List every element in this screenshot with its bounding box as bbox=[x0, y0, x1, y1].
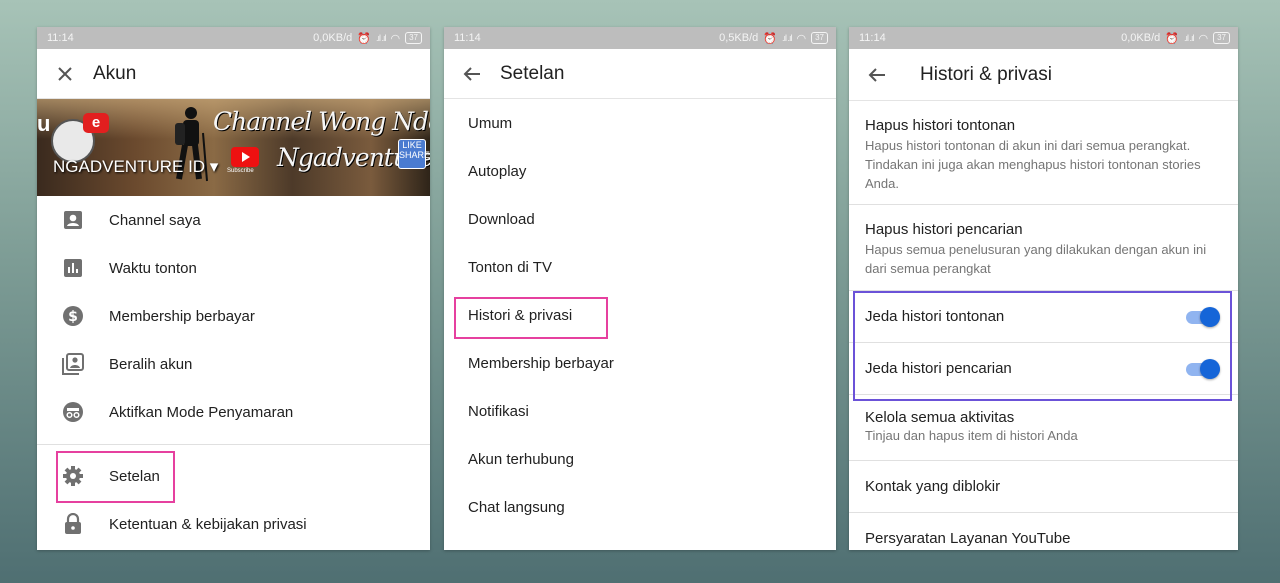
app-bar: Histori & privasi bbox=[849, 49, 1238, 101]
clear-search-history-subtitle: Hapus semua penelusuran yang dilakukan d… bbox=[865, 242, 1207, 276]
svg-text:$: $ bbox=[68, 309, 78, 325]
network-speed: 0,0KB/d bbox=[313, 32, 353, 44]
network-speed: 0,5KB/d bbox=[719, 32, 759, 44]
toggle-knob bbox=[1200, 358, 1220, 379]
account-name-label: NGADVENTURE ID bbox=[53, 157, 206, 176]
account-name: NGADVENTURE ID ▾ bbox=[53, 157, 219, 176]
settings-item-download[interactable]: Download bbox=[444, 195, 836, 243]
settings-list: Umum Autoplay Download Tonton di TV Hist… bbox=[444, 99, 836, 531]
wifi-icon: ◠ bbox=[1198, 32, 1209, 45]
signal-icon: .ıl .ıl bbox=[1183, 33, 1194, 43]
status-time: 11:14 bbox=[47, 32, 74, 44]
youtube-logo: e bbox=[83, 113, 109, 133]
settings-item-notifications[interactable]: Notifikasi bbox=[444, 387, 836, 435]
blocked-contacts[interactable]: Kontak yang diblokir bbox=[849, 461, 1238, 513]
app-bar: Akun bbox=[37, 49, 430, 99]
menu-label: Channel saya bbox=[109, 211, 201, 229]
gear-icon bbox=[37, 465, 109, 487]
page-title: Setelan bbox=[500, 62, 565, 84]
settings-item-general[interactable]: Umum bbox=[444, 99, 836, 147]
status-bar: 11:14 0,0KB/d ⏰ .ıl .ıl ◠ 37 bbox=[37, 27, 430, 49]
battery-indicator: 37 bbox=[811, 32, 828, 44]
network-speed: 0,0KB/d bbox=[1121, 32, 1161, 44]
menu-label: Membership berbayar bbox=[109, 307, 255, 325]
clear-search-history-title: Hapus histori pencarian bbox=[865, 221, 1023, 238]
wifi-icon: ◠ bbox=[390, 32, 401, 45]
wifi-icon: ◠ bbox=[796, 32, 807, 45]
alarm-icon: ⏰ bbox=[357, 32, 371, 45]
signal-icon: .ıl .ıl bbox=[375, 33, 386, 43]
channel-banner[interactable]: u e Channel Wong Ndeso Senen Ngadventure… bbox=[37, 99, 430, 196]
like-share-badge: LIKE SHARE bbox=[398, 139, 430, 169]
battery-indicator: 37 bbox=[405, 32, 422, 44]
bar-chart-icon bbox=[37, 258, 109, 278]
pause-search-history-toggle[interactable] bbox=[1186, 358, 1220, 379]
account-screen: 11:14 0,0KB/d ⏰ .ıl .ıl ◠ 37 Akun u e Ch… bbox=[37, 27, 430, 550]
battery-indicator: 37 bbox=[1213, 32, 1230, 44]
menu-item-terms[interactable]: Ketentuan & kebijakan privasi bbox=[37, 500, 430, 548]
status-bar: 11:14 0,5KB/d ⏰ .ıl .ıl ◠ 37 bbox=[444, 27, 836, 49]
settings-item-autoplay[interactable]: Autoplay bbox=[444, 147, 836, 195]
alarm-icon: ⏰ bbox=[1165, 32, 1179, 45]
clear-watch-history-title: Hapus histori tontonan bbox=[865, 117, 1016, 134]
status-bar: 11:14 0,0KB/d ⏰ .ıl .ıl ◠ 37 bbox=[849, 27, 1238, 49]
back-arrow-icon[interactable] bbox=[849, 67, 905, 83]
back-arrow-icon[interactable] bbox=[444, 66, 500, 82]
clear-watch-history-subtitle: Hapus histori tontonan di akun ini dari … bbox=[865, 138, 1201, 191]
menu-label: Ketentuan & kebijakan privasi bbox=[109, 515, 307, 533]
clear-search-history[interactable]: Hapus histori pencarian Hapus semua pene… bbox=[849, 205, 1238, 291]
page-title: Histori & privasi bbox=[920, 63, 1052, 85]
menu-item-membership[interactable]: $ Membership berbayar bbox=[37, 292, 430, 340]
youtube-terms-of-service[interactable]: Persyaratan Layanan YouTube bbox=[849, 513, 1238, 550]
alarm-icon: ⏰ bbox=[763, 32, 777, 45]
signal-icon: .ıl .ıl bbox=[781, 33, 792, 43]
play-button-icon bbox=[231, 147, 259, 167]
settings-item-watch-on-tv[interactable]: Tonton di TV bbox=[444, 243, 836, 291]
settings-item-live-chat[interactable]: Chat langsung bbox=[444, 483, 836, 531]
menu-label: Beralih akun bbox=[109, 355, 193, 373]
dollar-circle-icon: $ bbox=[37, 305, 109, 327]
menu-divider bbox=[37, 444, 430, 445]
settings-item-connected-accounts[interactable]: Akun terhubung bbox=[444, 435, 836, 483]
account-box-icon bbox=[37, 210, 109, 230]
blocked-contacts-title: Kontak yang diblokir bbox=[865, 478, 1001, 495]
menu-label: Aktifkan Mode Penyamaran bbox=[109, 403, 294, 421]
banner-channel-text: Channel Wong Ndeso Senen bbox=[213, 107, 430, 136]
history-privacy-screen: 11:14 0,0KB/d ⏰ .ıl .ıl ◠ 37 Histori & p… bbox=[849, 27, 1238, 550]
pause-search-history-label: Jeda histori pencarian bbox=[865, 360, 1012, 377]
switch-account-icon bbox=[37, 353, 109, 375]
menu-item-channel[interactable]: Channel saya bbox=[37, 196, 430, 244]
settings-screen: 11:14 0,5KB/d ⏰ .ıl .ıl ◠ 37 Setelan Umu… bbox=[444, 27, 836, 550]
settings-item-history-privacy[interactable]: Histori & privasi bbox=[444, 291, 836, 339]
menu-item-incognito[interactable]: Aktifkan Mode Penyamaran bbox=[37, 388, 430, 436]
pause-watch-history-row: Jeda histori tontonan bbox=[849, 291, 1238, 343]
pause-search-history-row: Jeda histori pencarian bbox=[849, 343, 1238, 395]
page-title: Akun bbox=[93, 62, 137, 84]
status-time: 11:14 bbox=[454, 32, 481, 44]
pause-watch-history-toggle[interactable] bbox=[1186, 306, 1220, 327]
toggle-knob bbox=[1200, 306, 1220, 327]
manage-all-activity[interactable]: Kelola semua aktivitas Tinjau dan hapus … bbox=[849, 395, 1238, 461]
menu-item-settings[interactable]: Setelan bbox=[37, 452, 430, 500]
clear-watch-history[interactable]: Hapus histori tontonan Hapus histori ton… bbox=[849, 101, 1238, 205]
status-time: 11:14 bbox=[859, 32, 886, 44]
subscribe-text: Subscribe bbox=[227, 168, 254, 174]
youtube-wordmark-partial: u bbox=[37, 111, 51, 136]
pause-watch-history-label: Jeda histori tontonan bbox=[865, 308, 1005, 325]
close-icon[interactable] bbox=[37, 66, 93, 82]
app-bar: Setelan bbox=[444, 49, 836, 99]
menu-label: Setelan bbox=[109, 467, 160, 485]
manage-activity-subtitle: Tinjau dan hapus item di histori Anda bbox=[865, 428, 1078, 443]
menu-label: Waktu tonton bbox=[109, 259, 197, 277]
menu-item-switch-account[interactable]: Beralih akun bbox=[37, 340, 430, 388]
lock-icon bbox=[37, 513, 109, 535]
incognito-icon bbox=[37, 401, 109, 423]
settings-item-membership[interactable]: Membership berbayar bbox=[444, 339, 836, 387]
terms-title: Persyaratan Layanan YouTube bbox=[865, 530, 1071, 547]
manage-activity-title: Kelola semua aktivitas bbox=[865, 409, 1015, 426]
menu-item-watch-time[interactable]: Waktu tonton bbox=[37, 244, 430, 292]
